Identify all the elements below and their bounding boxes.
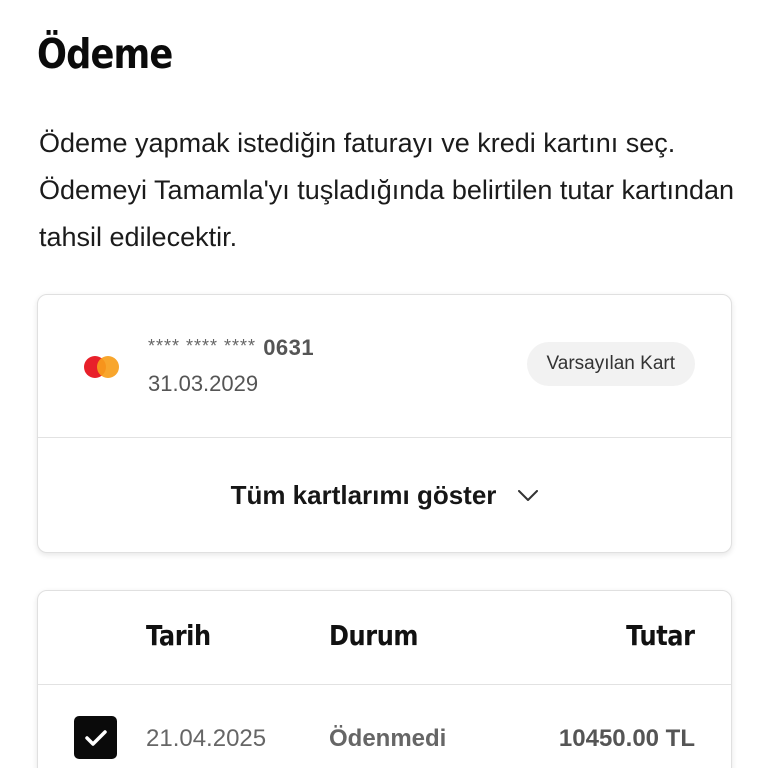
table-row[interactable]: 21.04.2025 Ödenmedi 10450.00 TL bbox=[38, 685, 731, 768]
column-header-date: Tarih bbox=[146, 619, 211, 652]
card-number: **** **** **** 0631 bbox=[148, 335, 314, 361]
card-expiry: 31.03.2029 bbox=[148, 371, 259, 396]
payment-page: Ödeme Ödeme yapmak istediğin faturayı ve… bbox=[0, 0, 768, 768]
payment-card-panel: **** **** **** 0631 31.03.2029 Varsayıla… bbox=[37, 294, 732, 553]
page-description: Ödeme yapmak istediğin faturayı ve kredi… bbox=[39, 128, 735, 252]
show-all-cards-button[interactable]: Tüm kartlarımı göster bbox=[38, 438, 731, 552]
selected-card-row[interactable]: **** **** **** 0631 31.03.2029 Varsayıla… bbox=[38, 295, 731, 438]
bills-table-header: Tarih Durum Tutar bbox=[38, 591, 731, 685]
bills-table: Tarih Durum Tutar 21.04.2025 Ödenmedi 10… bbox=[37, 590, 732, 768]
card-number-mask: **** **** **** bbox=[148, 336, 257, 356]
default-card-badge: Varsayılan Kart bbox=[526, 342, 695, 386]
bill-checkbox[interactable] bbox=[74, 716, 117, 759]
bill-amount: 10450.00 TL bbox=[558, 725, 695, 752]
bill-status: Ödenmedi bbox=[329, 725, 447, 752]
column-header-amount: Tutar bbox=[626, 619, 696, 652]
show-all-cards-label: Tüm kartlarımı göster bbox=[230, 479, 497, 510]
page-title: Ödeme bbox=[37, 30, 173, 78]
mastercard-logo-icon bbox=[84, 356, 122, 378]
column-header-status: Durum bbox=[329, 619, 419, 652]
card-number-last4: 0631 bbox=[263, 335, 315, 360]
chevron-down-icon bbox=[518, 489, 539, 501]
bill-date: 21.04.2025 bbox=[146, 725, 267, 752]
checkmark-icon bbox=[84, 729, 107, 746]
